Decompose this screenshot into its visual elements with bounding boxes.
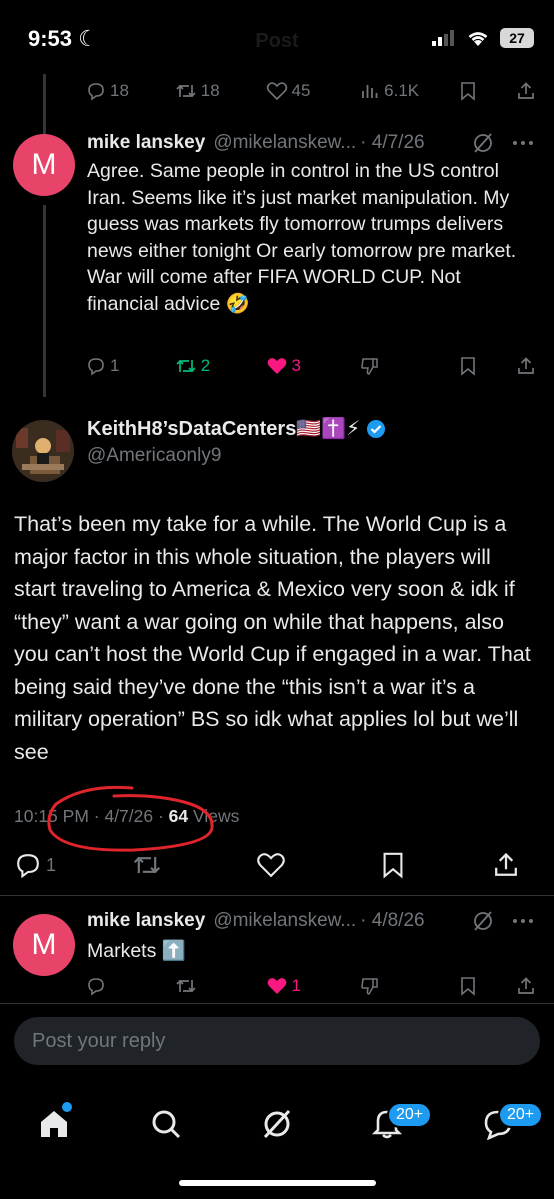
reply-text: Agree. Same people in control in the US … <box>87 160 517 315</box>
author-handle[interactable]: @Americaonly9 <box>87 445 386 467</box>
home-icon <box>41 1111 67 1137</box>
home-indicator <box>179 1180 376 1186</box>
tab-messages[interactable]: 20+ <box>466 1094 544 1154</box>
reply-icon <box>88 978 104 996</box>
reply-header: mike lanskey @mikelanskew... · 4/7/26 <box>87 132 534 154</box>
tab-grok[interactable] <box>245 1094 309 1154</box>
annotation-circle <box>47 785 214 852</box>
thumbs-down-icon <box>361 978 378 995</box>
reply-icon <box>17 854 39 879</box>
author-name[interactable]: mike lanskey <box>87 910 205 932</box>
share-icon <box>518 977 534 994</box>
like-button[interactable] <box>256 851 380 879</box>
battery-indicator: 27 <box>500 28 534 48</box>
like-button[interactable]: 3 <box>266 356 361 376</box>
notification-dot <box>62 1102 72 1112</box>
display-name[interactable]: KeithH8’sDataCenters🇺🇸✝️⚡ <box>87 416 360 441</box>
reply-icon <box>88 83 104 101</box>
share-icon <box>518 82 534 99</box>
like-button[interactable]: 45 <box>266 81 361 101</box>
repost-button[interactable] <box>132 851 256 879</box>
display-name-row: KeithH8’sDataCenters🇺🇸✝️⚡ <box>87 416 386 441</box>
share-button[interactable] <box>516 976 536 996</box>
status-bar: 9:53 ☾ Post 27 <box>0 0 554 80</box>
repost-icon <box>133 856 161 874</box>
tab-search[interactable] <box>134 1094 198 1154</box>
reply-actions: 1 <box>86 972 536 1000</box>
reply-button[interactable] <box>86 976 175 996</box>
heart-icon <box>257 853 285 878</box>
share-icon <box>495 852 517 876</box>
grok-icon[interactable] <box>472 910 494 932</box>
avatar-image <box>12 420 74 482</box>
tab-home[interactable] <box>22 1094 86 1154</box>
reply-button[interactable]: 1 <box>14 851 132 879</box>
share-button[interactable] <box>516 81 536 101</box>
share-button[interactable] <box>516 356 536 376</box>
like-button[interactable]: 1 <box>266 976 361 996</box>
views-icon <box>362 85 378 98</box>
bookmark-button[interactable] <box>459 976 516 996</box>
avatar[interactable]: M <box>13 134 75 196</box>
bookmark-icon <box>460 357 475 376</box>
author-handle[interactable]: @mikelanskew... <box>213 132 356 154</box>
share-icon <box>518 357 534 374</box>
notifications-badge: 20+ <box>387 1102 433 1128</box>
wifi-icon <box>468 32 488 46</box>
repost-button[interactable]: 18 <box>175 81 266 101</box>
divider <box>0 895 554 896</box>
repost-icon <box>176 979 196 993</box>
prev-post-actions: 18 18 45 6.1K <box>86 77 536 105</box>
share-button[interactable] <box>492 851 520 879</box>
heart-icon <box>267 358 286 374</box>
author-handle[interactable]: @mikelanskew... <box>213 910 356 932</box>
reply-input[interactable]: Post your reply <box>14 1017 540 1065</box>
downvote-button[interactable] <box>360 356 459 376</box>
bookmark-button[interactable] <box>380 851 492 879</box>
author-info: KeithH8’sDataCenters🇺🇸✝️⚡ @Americaonly9 <box>87 416 386 467</box>
signal-icon <box>432 30 454 46</box>
author-name[interactable]: mike lanskey <box>87 132 205 154</box>
post-date: · 4/7/26 <box>360 132 425 153</box>
bookmark-icon <box>460 977 475 996</box>
reply-text: Markets ⬆️ <box>87 940 187 962</box>
repost-icon <box>176 359 196 373</box>
grok-icon <box>263 1109 291 1139</box>
more-icon[interactable] <box>512 918 534 924</box>
tab-notifications[interactable]: 20+ <box>355 1094 433 1154</box>
thread-line <box>43 74 46 134</box>
bookmark-button[interactable] <box>459 81 516 101</box>
more-icon[interactable] <box>512 140 534 146</box>
bookmark-icon <box>383 852 403 879</box>
views-button[interactable]: 6.1K <box>360 81 459 101</box>
repost-button[interactable]: 2 <box>175 356 266 376</box>
avatar[interactable]: M <box>13 914 75 976</box>
repost-button[interactable] <box>175 976 266 996</box>
reply-placeholder: Post your reply <box>32 1029 166 1052</box>
verified-badge-icon <box>367 419 386 438</box>
search-icon <box>152 1110 181 1139</box>
post-date: · 4/8/26 <box>360 910 425 931</box>
grok-icon[interactable] <box>472 132 494 154</box>
reply-actions: 1 2 3 <box>86 352 536 380</box>
heart-icon <box>267 978 286 994</box>
bookmark-button[interactable] <box>459 356 516 376</box>
post-text: That’s been my take for a while. The Wor… <box>14 512 531 764</box>
divider <box>0 1003 554 1004</box>
reply-icon <box>88 358 104 376</box>
reply-header: mike lanskey @mikelanskew... · 4/8/26 <box>87 910 534 932</box>
heart-icon <box>266 82 287 101</box>
downvote-button[interactable] <box>360 976 459 996</box>
post-actions: 1 <box>14 848 538 882</box>
reply-button[interactable]: 1 <box>86 356 175 376</box>
avatar[interactable] <box>12 420 74 482</box>
reply-button[interactable]: 18 <box>86 81 175 101</box>
messages-badge: 20+ <box>498 1102 544 1128</box>
bookmark-icon <box>460 82 475 101</box>
repost-icon <box>176 84 196 98</box>
thread-line <box>43 205 46 397</box>
thumbs-down-icon <box>361 358 378 375</box>
